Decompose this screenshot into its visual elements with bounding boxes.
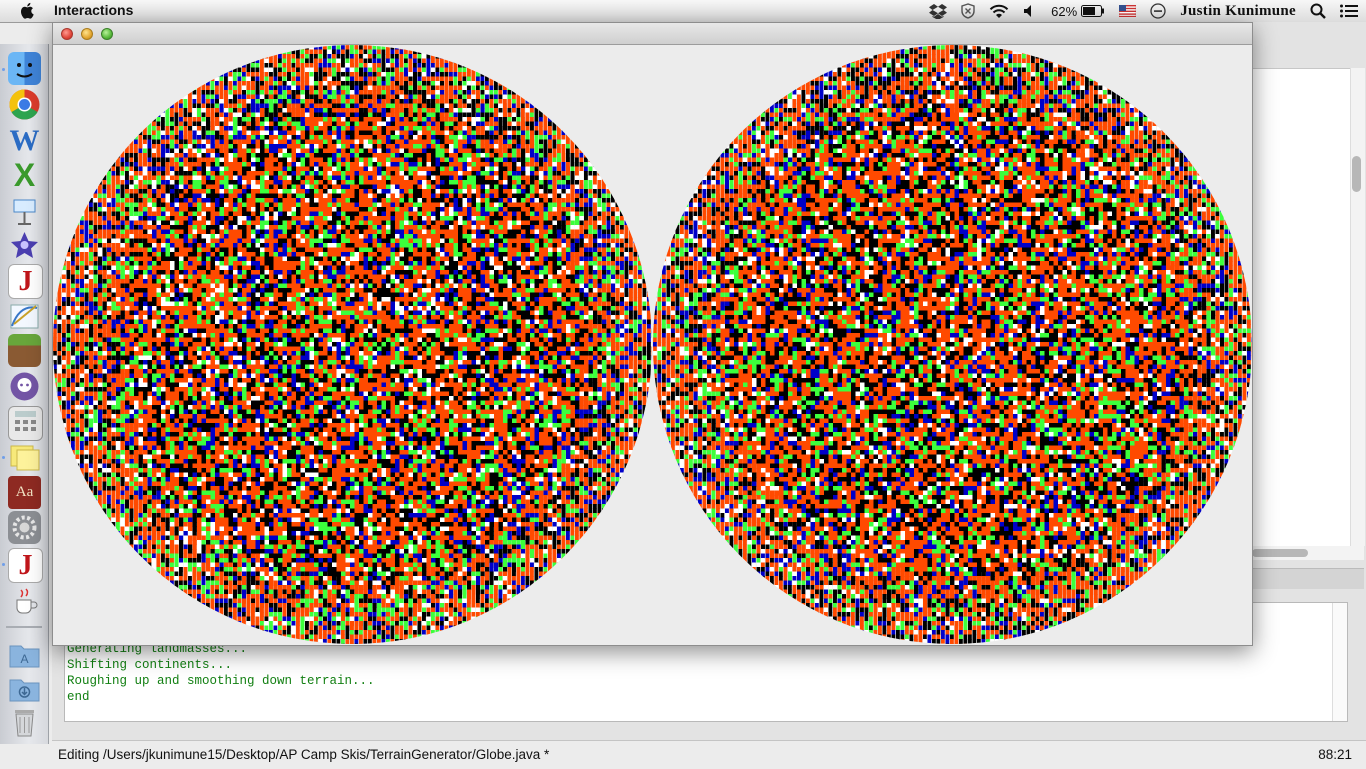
drjava-icon[interactable]: J xyxy=(8,548,43,583)
keynote-icon[interactable] xyxy=(8,194,41,227)
volume-icon[interactable] xyxy=(1023,0,1037,22)
minecraft-icon[interactable] xyxy=(8,334,41,367)
dictionary-icon[interactable]: Aa xyxy=(8,476,41,509)
zoom-button[interactable] xyxy=(101,28,113,40)
battery-status[interactable]: 62% xyxy=(1051,0,1105,22)
status-bar: Editing /Users/jkunimune15/Desktop/AP Ca… xyxy=(52,740,1366,769)
globe-window[interactable] xyxy=(52,22,1253,646)
pane-tabs[interactable] xyxy=(1252,568,1364,589)
battery-icon xyxy=(1081,5,1105,17)
downloads-folder-icon[interactable] xyxy=(8,672,41,705)
github-icon[interactable] xyxy=(8,370,41,403)
chrome-icon[interactable] xyxy=(8,88,41,121)
stickies-icon[interactable] xyxy=(8,441,41,474)
status-message: Editing /Users/jkunimune15/Desktop/AP Ca… xyxy=(58,747,549,762)
console-scrollbar[interactable] xyxy=(1332,603,1347,721)
excel-icon[interactable]: X xyxy=(8,157,41,193)
battery-percent: 62% xyxy=(1051,4,1077,19)
java-icon[interactable] xyxy=(8,584,41,617)
spotlight-icon[interactable] xyxy=(1310,0,1326,22)
console-line: end xyxy=(67,689,375,705)
window-titlebar[interactable] xyxy=(53,23,1252,45)
globe-right-render xyxy=(653,45,1252,644)
drjava-icon[interactable]: J xyxy=(8,264,43,299)
code-editor[interactable] xyxy=(1252,68,1352,548)
system-preferences-icon[interactable] xyxy=(8,511,41,544)
globe-left-render xyxy=(53,45,652,644)
console-line: Shifting continents... xyxy=(67,657,375,673)
globe-canvas[interactable] xyxy=(53,45,1252,645)
applications-folder-icon[interactable]: A xyxy=(8,638,41,671)
dropbox-icon[interactable] xyxy=(929,0,948,22)
apple-menu-icon[interactable] xyxy=(20,2,36,19)
shield-icon[interactable] xyxy=(961,0,975,22)
imovie-icon[interactable] xyxy=(8,229,41,262)
dock: W X J Aa J A xyxy=(0,44,49,744)
globe-left xyxy=(53,45,652,644)
editor-vertical-scroll-thumb[interactable] xyxy=(1352,156,1361,192)
word-icon[interactable]: W xyxy=(8,124,41,157)
dock-divider xyxy=(6,626,42,628)
grapher-icon[interactable] xyxy=(8,300,41,333)
wifi-icon[interactable] xyxy=(989,0,1009,22)
minimize-button[interactable] xyxy=(81,28,93,40)
user-name[interactable]: Justin Kunimune xyxy=(1180,0,1296,22)
trash-icon[interactable] xyxy=(8,706,41,739)
notification-center-icon[interactable] xyxy=(1340,0,1358,22)
flag-icon[interactable] xyxy=(1119,0,1137,22)
console-line: Roughing up and smoothing down terrain..… xyxy=(67,673,375,689)
svg-text:A: A xyxy=(20,652,28,666)
cursor-position: 88:21 xyxy=(1318,747,1352,762)
calculator-icon[interactable] xyxy=(8,406,43,441)
menu-bar: Interactions 62% Justin Kunimune xyxy=(0,0,1366,23)
editor-horizontal-scroll-thumb[interactable] xyxy=(1252,549,1308,557)
close-button[interactable] xyxy=(61,28,73,40)
globe-right xyxy=(653,45,1252,644)
do-not-disturb-icon[interactable] xyxy=(1150,0,1166,22)
console-output: Generating landmasses... Shifting contine… xyxy=(67,641,375,705)
app-menu-name[interactable]: Interactions xyxy=(54,2,133,18)
editor-vertical-scrollbar[interactable] xyxy=(1350,68,1365,546)
finder-icon[interactable] xyxy=(8,52,41,85)
